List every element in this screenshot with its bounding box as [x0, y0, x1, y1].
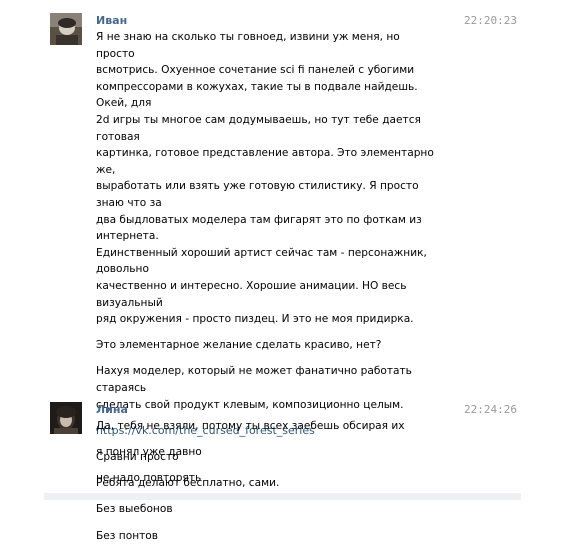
message-text: Без выебонов — [96, 503, 173, 516]
message-text: Это элементарное желание сделать красиво… — [96, 339, 382, 352]
message-text: я понял уже давно — [96, 446, 202, 459]
avatar[interactable] — [50, 402, 82, 434]
message-author[interactable]: Лина — [96, 403, 128, 417]
composer-edge — [44, 493, 521, 500]
message-author[interactable]: Иван — [96, 14, 127, 28]
message-text: Без понтов — [96, 529, 159, 542]
chat-history: Иван 22:20:23 Я не знаю на сколько ты го… — [0, 0, 581, 542]
message-text: Нахуя моделер, который не может фанатичн… — [96, 365, 412, 411]
avatar[interactable] — [50, 13, 82, 45]
message-text: Я не знаю на сколько ты говноед, извини … — [96, 31, 434, 326]
message-text: не надо повторять — [96, 472, 202, 485]
user-avatar-photo-icon — [50, 13, 82, 45]
message-time[interactable]: 22:20:23 — [464, 14, 517, 28]
message-text: Да, тебя не взяли, потому ты всех заебеш… — [96, 420, 405, 432]
message-time[interactable]: 22:24:26 — [464, 403, 517, 417]
message-body: Да, тебя не взяли, потому ты всех заебеш… — [96, 418, 436, 487]
user-avatar-photo-icon — [50, 402, 82, 434]
